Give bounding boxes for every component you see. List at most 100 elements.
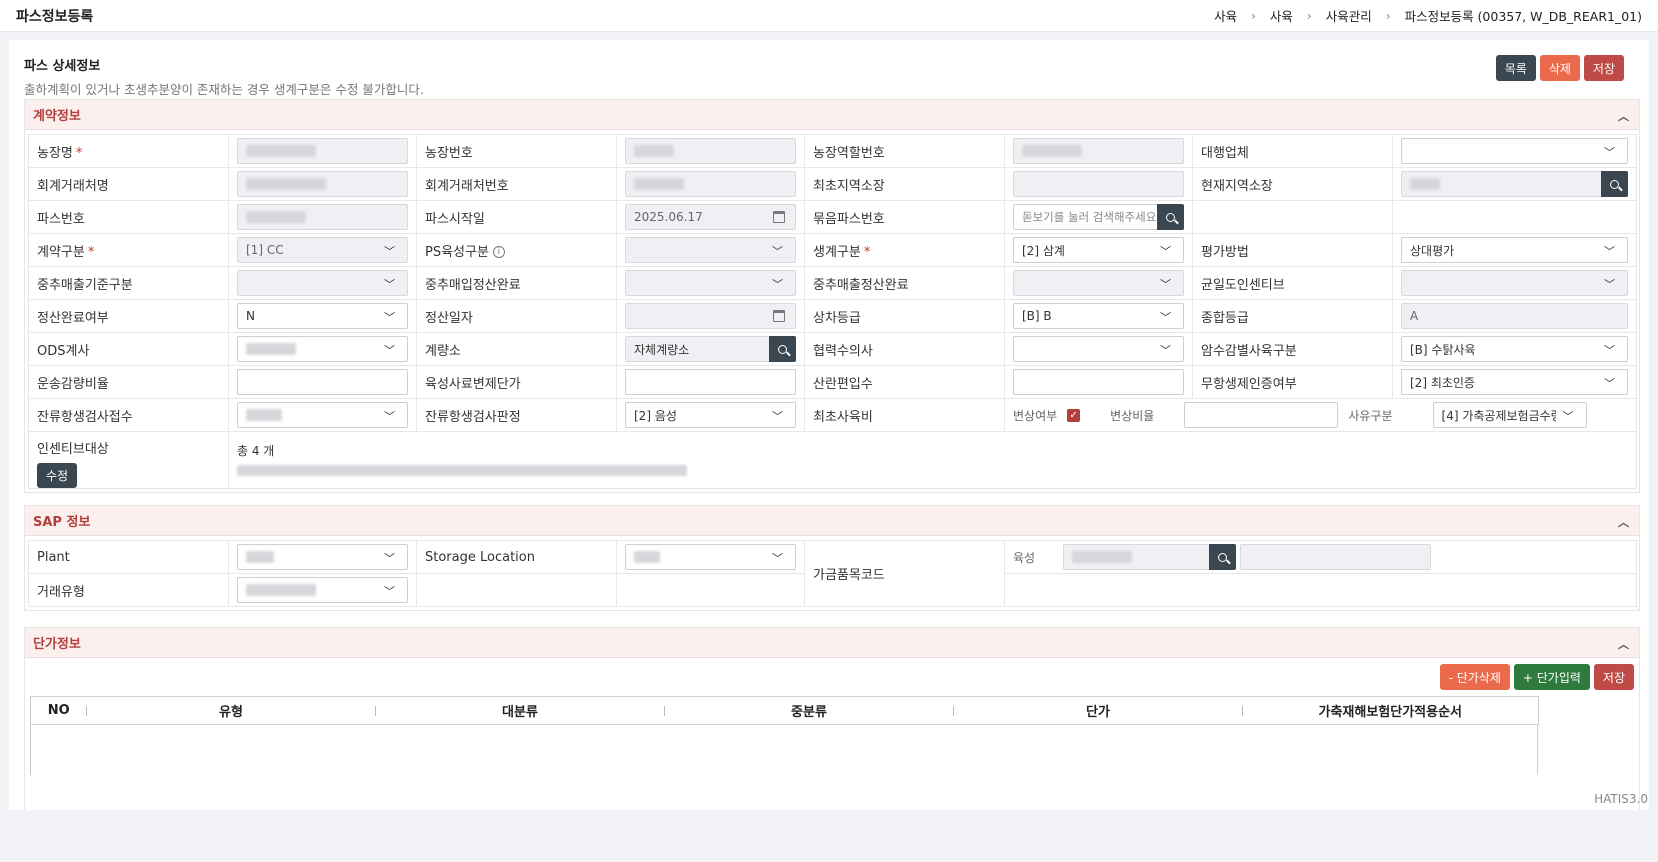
chevron-up-icon[interactable]: ︿ — [1618, 514, 1629, 530]
search-icon[interactable] — [1601, 171, 1628, 197]
settle-done-select[interactable]: N ﹀ — [237, 303, 408, 329]
field-label: 운송감량비율 — [28, 365, 229, 399]
field-label: 협력수의사 — [804, 332, 1005, 366]
field-label: 파스번호 — [28, 200, 229, 234]
contract-type-select[interactable]: [1] CC ﹀ — [237, 237, 408, 263]
mid-buy-settle-select[interactable]: ﹀ — [625, 270, 796, 296]
chevron-down-icon: ﹀ — [1558, 408, 1574, 424]
search-icon[interactable] — [1157, 204, 1184, 230]
column-header[interactable]: 중분류 — [664, 696, 954, 725]
deal-type-select[interactable]: ﹀ — [237, 577, 408, 603]
field-label: 가금품목코드 — [804, 540, 1005, 607]
chevron-down-icon: ﹀ — [384, 344, 395, 357]
list-button[interactable]: 목록 — [1495, 55, 1536, 81]
field-label: 상차등급 — [804, 299, 1005, 333]
field-label: 정산일자 — [416, 299, 617, 333]
required-mark: * — [75, 145, 83, 161]
current-region-field[interactable] — [1401, 171, 1628, 197]
reason-select[interactable]: [4] 가축공제보험금수령 ﹀ — [1432, 402, 1587, 428]
field-label: 종합등급 — [1192, 299, 1393, 333]
pass-start-date[interactable]: 2025.06.17 — [625, 204, 796, 230]
ods-account-select[interactable]: ﹀ — [237, 336, 408, 362]
plant-select[interactable]: ﹀ — [237, 544, 408, 570]
calendar-icon[interactable] — [773, 310, 785, 322]
search-placeholder: 돋보기를 눌러 검색해주세요 — [1022, 210, 1157, 224]
column-header[interactable]: 대분류 — [375, 696, 665, 725]
farm-role-no-field — [1013, 138, 1184, 164]
empty-cell — [1392, 200, 1637, 234]
field-label: 계량소 — [416, 332, 617, 366]
check-icon[interactable]: ✓ — [1067, 408, 1081, 422]
sap-section-header[interactable]: SAP 정보 ︿ — [25, 506, 1639, 536]
loading-grade-select[interactable]: [B] B ﹀ — [1013, 303, 1184, 329]
vet-select[interactable]: ﹀ — [1013, 336, 1184, 362]
settle-date-field[interactable] — [625, 303, 796, 329]
calendar-icon[interactable] — [773, 211, 785, 223]
live-type-select[interactable]: [2] 삼계 ﹀ — [1013, 237, 1184, 263]
item-code-search[interactable] — [1063, 544, 1237, 570]
field-label: 암수감별사육구분 — [1192, 332, 1393, 366]
residue-receipt-select[interactable]: ﹀ — [237, 402, 408, 428]
price-section-header[interactable]: 단가정보 ︿ — [25, 628, 1639, 658]
item-name-field — [1240, 544, 1432, 570]
breadcrumb-current: 파스정보등록 (00357, W_DB_REAR1_01) — [1404, 9, 1642, 24]
column-header[interactable]: 유형 — [86, 696, 376, 725]
chevron-down-icon: ﹀ — [772, 552, 783, 565]
chevron-down-icon: ﹀ — [1160, 344, 1171, 357]
transport-reduce-input[interactable] — [237, 369, 408, 395]
column-header[interactable]: 단가 — [953, 696, 1243, 725]
field-label: 계약구분 — [37, 244, 85, 260]
field-label: 중추매입정산완료 — [416, 266, 617, 300]
field-label: 잔류항생검사판정 — [416, 398, 617, 432]
top-header: 파스정보등록 사육 › 사육 › 사육관리 › 파스정보등록 (00357, W… — [0, 0, 1658, 32]
compensate-label: 변상여부 — [1013, 408, 1058, 423]
field-label: 균일도인센티브 — [1192, 266, 1393, 300]
egg-count-input[interactable] — [1013, 369, 1184, 395]
scale-search[interactable]: 자체계량소 — [625, 336, 796, 362]
required-mark: * — [87, 244, 95, 260]
chevron-up-icon[interactable]: ︿ — [1618, 636, 1629, 652]
info-icon[interactable]: i — [492, 246, 505, 258]
edit-button[interactable]: 수정 — [37, 463, 78, 488]
mid-sale-std-select[interactable]: ﹀ — [237, 270, 408, 296]
select-value: N — [246, 309, 255, 323]
breadcrumb-item[interactable]: 사육관리 — [1326, 6, 1372, 25]
action-buttons: 목록 삭제 저장 — [1495, 55, 1624, 81]
column-header[interactable]: 가축재해보험단가적용순서 — [1242, 696, 1539, 725]
price-add-button[interactable]: + 단가입력 — [1513, 664, 1590, 690]
residue-result-select[interactable]: [2] 음성 ﹀ — [625, 402, 796, 428]
uniform-incentive-select[interactable]: ﹀ — [1401, 270, 1628, 296]
field-label: 농장명 — [37, 145, 73, 161]
chevron-down-icon: ﹀ — [384, 311, 395, 324]
field-label: 평가방법 — [1192, 233, 1393, 267]
price-save-button[interactable]: 저장 — [1593, 664, 1634, 690]
bundle-pass-search[interactable]: 돋보기를 눌러 검색해주세요 — [1013, 204, 1184, 230]
mid-sale-settle-select[interactable]: ﹀ — [1013, 270, 1184, 296]
field-label: 중추매출기준구분 — [28, 266, 229, 300]
main-content: 파스 상세정보 출하계획이 있거나 초생추분양이 존재하는 경우 생계구분은 수… — [9, 40, 1649, 810]
price-delete-button[interactable]: - 단가삭제 — [1439, 664, 1510, 690]
ps-type-select[interactable]: ﹀ — [625, 237, 796, 263]
antibiotic-free-select[interactable]: [2] 최초인증 ﹀ — [1401, 369, 1628, 395]
chevron-up-icon[interactable]: ︿ — [1618, 108, 1629, 124]
select-value: [B] 수탉사육 — [1410, 342, 1476, 357]
chevron-down-icon: ﹀ — [384, 552, 395, 565]
eval-method-select[interactable]: 상대평가 ﹀ — [1401, 237, 1628, 263]
search-icon[interactable] — [769, 336, 796, 362]
sap-grid: Plant ﹀ Storage Location ﹀ 가금품목코드 육성 거래유… — [28, 540, 1637, 607]
total-grade-field: A — [1401, 303, 1628, 329]
search-icon[interactable] — [1209, 544, 1237, 570]
agent-select[interactable]: ﹀ — [1401, 138, 1628, 164]
column-header[interactable]: NO — [30, 696, 87, 725]
contract-section-header[interactable]: 계약정보 ︿ — [25, 100, 1639, 130]
compensate-ratio-input[interactable] — [1184, 402, 1339, 428]
storage-location-select[interactable]: ﹀ — [625, 544, 796, 570]
save-button[interactable]: 저장 — [1583, 55, 1624, 81]
chevron-down-icon: ﹀ — [1604, 245, 1615, 258]
breadcrumb-item[interactable]: 사육 — [1214, 6, 1237, 25]
chevron-down-icon: ﹀ — [1160, 311, 1171, 324]
sex-rearing-select[interactable]: [B] 수탉사육 ﹀ — [1401, 336, 1628, 362]
breadcrumb-item[interactable]: 사육 — [1270, 6, 1293, 25]
delete-button[interactable]: 삭제 — [1539, 55, 1580, 81]
feed-replace-price-input[interactable] — [625, 369, 796, 395]
